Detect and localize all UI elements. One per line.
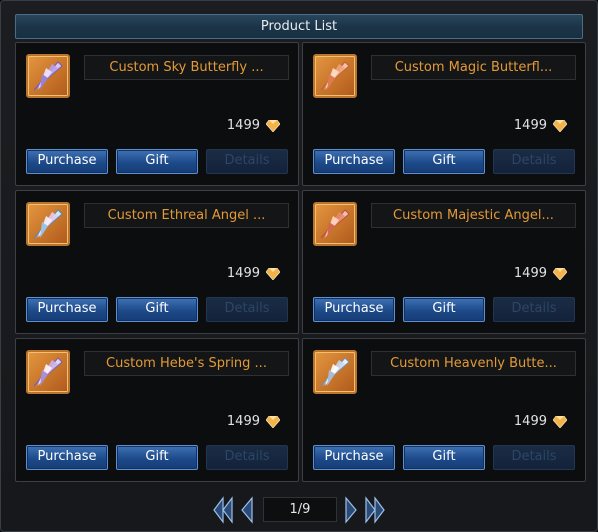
next-page-icon[interactable] — [343, 495, 359, 525]
last-page-icon[interactable] — [363, 495, 387, 525]
gift-button[interactable]: Gift — [116, 297, 198, 322]
panel-title: Product List — [15, 14, 583, 39]
price-value: 1499 — [226, 266, 260, 281]
price-display: 1499 — [227, 118, 280, 134]
wing-icon[interactable] — [313, 54, 357, 98]
page-indicator: 1/9 — [263, 497, 337, 522]
product-card: Custom Sky Butterfly ... 1499 Purchase G… — [15, 42, 299, 186]
product-list-panel: Product List Custom Sky Butterfly ... 14… — [0, 0, 598, 532]
wing-icon[interactable] — [26, 350, 70, 394]
diamond-gem-icon — [553, 416, 567, 428]
pagination: 1/9 — [211, 495, 389, 525]
product-name: Custom Ethreal Angel ... — [84, 203, 289, 228]
price-display: 1499 — [514, 414, 567, 430]
product-name: Custom Magic Butterfl... — [371, 55, 576, 80]
diamond-gem-icon — [553, 120, 567, 132]
price-value: 1499 — [513, 266, 547, 281]
purchase-button[interactable]: Purchase — [313, 297, 395, 322]
purchase-button[interactable]: Purchase — [313, 445, 395, 470]
gift-button[interactable]: Gift — [116, 149, 198, 174]
product-name: Custom Majestic Angel... — [371, 203, 576, 228]
diamond-gem-icon — [266, 268, 280, 280]
gift-button[interactable]: Gift — [403, 445, 485, 470]
details-button[interactable]: Details — [493, 445, 575, 470]
price-display: 1499 — [227, 414, 280, 430]
wing-icon[interactable] — [26, 54, 70, 98]
gift-button[interactable]: Gift — [403, 297, 485, 322]
details-button[interactable]: Details — [493, 297, 575, 322]
product-card: Custom Hebe's Spring ... 1499 Purchase G… — [15, 338, 299, 482]
details-button[interactable]: Details — [206, 297, 288, 322]
price-display: 1499 — [514, 266, 567, 282]
product-card: Custom Heavenly Butte... 1499 Purchase G… — [302, 338, 586, 482]
gift-button[interactable]: Gift — [403, 149, 485, 174]
product-name: Custom Sky Butterfly ... — [84, 55, 289, 80]
price-display: 1499 — [227, 266, 280, 282]
product-grid: Custom Sky Butterfly ... 1499 Purchase G… — [15, 42, 587, 482]
product-name: Custom Heavenly Butte... — [371, 351, 576, 376]
wing-icon[interactable] — [26, 202, 70, 246]
wing-icon[interactable] — [313, 202, 357, 246]
product-card: Custom Magic Butterfl... 1499 Purchase G… — [302, 42, 586, 186]
gift-button[interactable]: Gift — [116, 445, 198, 470]
purchase-button[interactable]: Purchase — [313, 149, 395, 174]
diamond-gem-icon — [266, 120, 280, 132]
price-value: 1499 — [226, 118, 260, 133]
product-card: Custom Ethreal Angel ... 1499 Purchase G… — [15, 190, 299, 334]
product-card: Custom Majestic Angel... 1499 Purchase G… — [302, 190, 586, 334]
purchase-button[interactable]: Purchase — [26, 149, 108, 174]
purchase-button[interactable]: Purchase — [26, 445, 108, 470]
first-page-icon[interactable] — [211, 495, 235, 525]
price-value: 1499 — [226, 414, 260, 429]
price-display: 1499 — [514, 118, 567, 134]
diamond-gem-icon — [553, 268, 567, 280]
purchase-button[interactable]: Purchase — [26, 297, 108, 322]
price-value: 1499 — [513, 118, 547, 133]
product-name: Custom Hebe's Spring ... — [84, 351, 289, 376]
price-value: 1499 — [513, 414, 547, 429]
details-button[interactable]: Details — [206, 149, 288, 174]
wing-icon[interactable] — [313, 350, 357, 394]
details-button[interactable]: Details — [206, 445, 288, 470]
diamond-gem-icon — [266, 416, 280, 428]
previous-page-icon[interactable] — [239, 495, 255, 525]
details-button[interactable]: Details — [493, 149, 575, 174]
